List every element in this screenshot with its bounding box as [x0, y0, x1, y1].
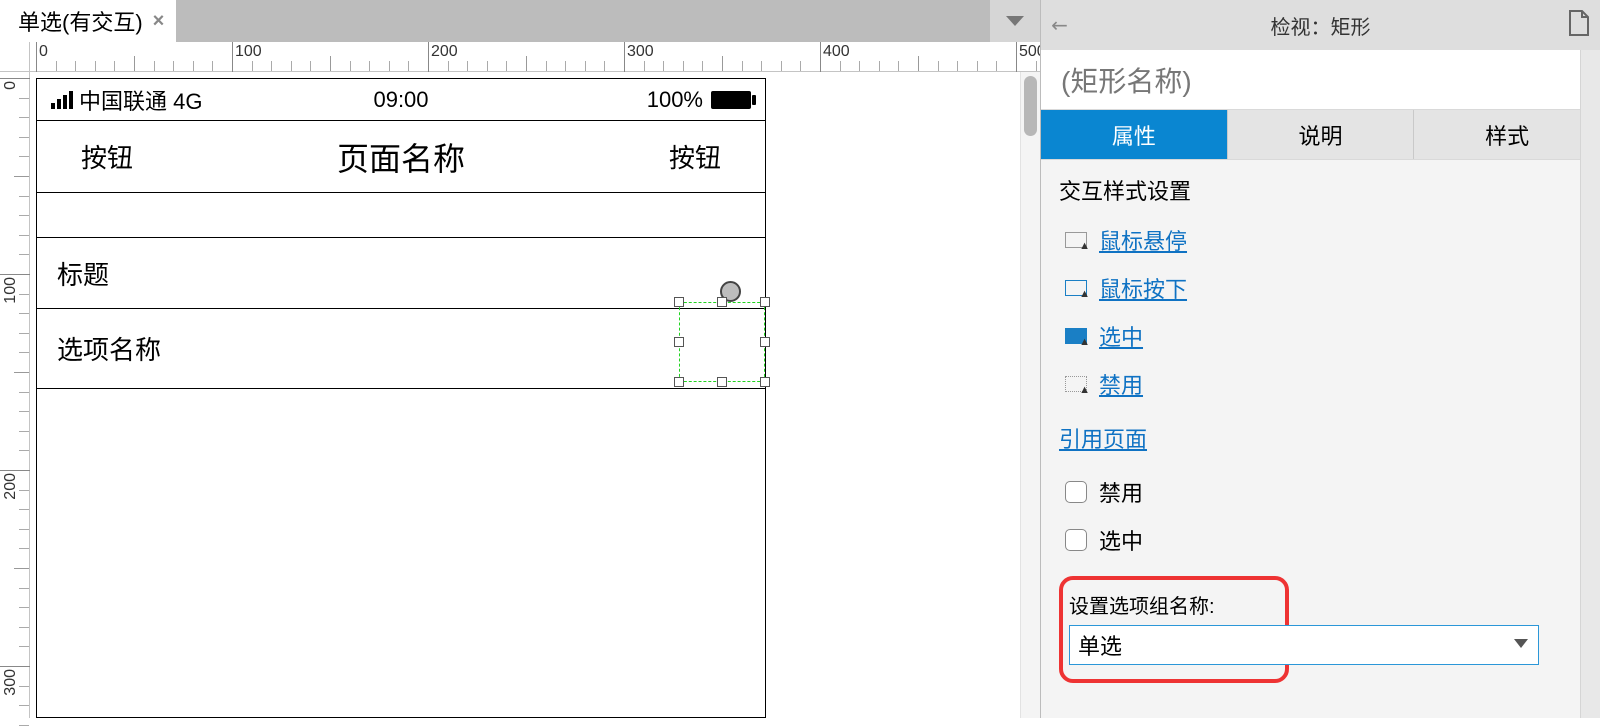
- style-hover[interactable]: ▲ 鼠标悬停: [1059, 216, 1582, 264]
- design-canvas[interactable]: 中国联通 4G 09:00 100% 按钮 页面名称 按钮 标题 选项名称: [30, 72, 1040, 718]
- selected-icon: ▲: [1065, 328, 1087, 344]
- battery-pct: 100%: [647, 87, 703, 113]
- style-selected[interactable]: ▲ 选中: [1059, 312, 1582, 360]
- option-row[interactable]: 选项名称: [37, 309, 765, 389]
- shape-name-input[interactable]: (矩形名称): [1041, 50, 1600, 110]
- tab-style[interactable]: 样式: [1414, 110, 1600, 159]
- hover-icon: ▲: [1065, 232, 1087, 248]
- option-group-label: 设置选项组名称:: [1069, 590, 1279, 619]
- disabled-icon: ▲: [1065, 376, 1087, 392]
- tab-notes[interactable]: 说明: [1228, 110, 1415, 159]
- style-selected-link[interactable]: 选中: [1099, 320, 1143, 352]
- option-group-highlight: 设置选项组名称:: [1059, 576, 1289, 683]
- ruler-vertical[interactable]: 0100200300: [0, 72, 30, 718]
- inspector-panel: ↖ 检视：矩形 (矩形名称) 属性 说明 样式 交互样式设置 ▲ 鼠标悬停 ▲ …: [1040, 0, 1600, 718]
- close-icon[interactable]: ×: [153, 10, 165, 33]
- phone-statusbar: 中国联通 4G 09:00 100%: [37, 79, 765, 121]
- option-group-select[interactable]: [1069, 625, 1539, 665]
- inspector-header: ↖ 检视：矩形: [1041, 0, 1600, 50]
- shape-name-placeholder: (矩形名称): [1061, 60, 1192, 100]
- ruler-corner: [0, 42, 30, 72]
- style-hover-link[interactable]: 鼠标悬停: [1099, 224, 1187, 256]
- nav-title: 页面名称: [337, 134, 465, 180]
- inspector-scrollbar[interactable]: [1580, 50, 1600, 718]
- tab-dropdown-button[interactable]: [990, 0, 1040, 42]
- checkbox-disabled[interactable]: [1065, 481, 1087, 503]
- nav-left-button[interactable]: 按钮: [81, 138, 133, 175]
- interaction-styles-heading: 交互样式设置: [1059, 174, 1582, 206]
- checkbox-disabled-label: 禁用: [1099, 476, 1143, 508]
- battery-status: 100%: [647, 87, 751, 113]
- battery-icon: [711, 91, 751, 109]
- section-title: 标题: [57, 255, 109, 292]
- inspector-title: 检视：矩形: [1041, 11, 1600, 40]
- option-label: 选项名称: [57, 330, 161, 367]
- tab-active[interactable]: 单选(有交互) ×: [0, 0, 177, 42]
- inspector-body: 交互样式设置 ▲ 鼠标悬停 ▲ 鼠标按下 ▲ 选中 ▲ 禁用 引用页面 禁用: [1041, 160, 1600, 697]
- style-disabled[interactable]: ▲ 禁用: [1059, 360, 1582, 408]
- radio-icon[interactable]: [720, 281, 741, 302]
- inspector-tabs: 属性 说明 样式: [1041, 110, 1600, 160]
- mousedown-icon: ▲: [1065, 280, 1087, 296]
- document-icon[interactable]: [1568, 10, 1590, 41]
- reference-page-link[interactable]: 引用页面: [1059, 422, 1582, 454]
- phone-frame: 中国联通 4G 09:00 100% 按钮 页面名称 按钮 标题 选项名称: [36, 78, 766, 718]
- interaction-style-list: ▲ 鼠标悬停 ▲ 鼠标按下 ▲ 选中 ▲ 禁用: [1059, 216, 1582, 408]
- checkbox-selected-row[interactable]: 选中: [1059, 516, 1582, 564]
- nav-right-button[interactable]: 按钮: [669, 138, 721, 175]
- phone-navbar: 按钮 页面名称 按钮: [37, 121, 765, 193]
- tab-label: 单选(有交互): [18, 5, 143, 37]
- scroll-thumb[interactable]: [1024, 76, 1037, 136]
- style-disabled-link[interactable]: 禁用: [1099, 368, 1143, 400]
- canvas-scrollbar[interactable]: [1020, 72, 1040, 718]
- section-header: 标题: [37, 237, 765, 309]
- style-mousedown-link[interactable]: 鼠标按下: [1099, 272, 1187, 304]
- checkbox-selected-label: 选中: [1099, 524, 1143, 556]
- tab-properties[interactable]: 属性: [1041, 110, 1228, 159]
- checkbox-selected[interactable]: [1065, 529, 1087, 551]
- style-mousedown[interactable]: ▲ 鼠标按下: [1059, 264, 1582, 312]
- checkbox-disabled-row[interactable]: 禁用: [1059, 468, 1582, 516]
- chevron-down-icon: [1006, 16, 1024, 26]
- ruler-horizontal[interactable]: 0100200300400500: [30, 42, 1040, 72]
